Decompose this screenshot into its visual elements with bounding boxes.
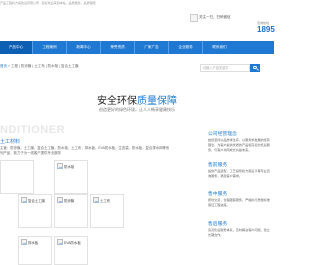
product-card[interactable]: EVA防水板 bbox=[54, 236, 88, 265]
product-card[interactable]: 排水板 bbox=[18, 236, 52, 265]
product-card[interactable]: 防渗膜 bbox=[54, 194, 88, 228]
breadcrumb-item[interactable]: 防渗膜 bbox=[21, 64, 32, 68]
search-icon bbox=[253, 65, 257, 69]
nav-item-contact[interactable]: 联系我们 bbox=[203, 41, 236, 54]
product-card[interactable]: 复合土工膜 bbox=[18, 194, 52, 228]
product-label: 排水板 bbox=[28, 240, 39, 245]
sidebar-text: 始终坚持以品质求生存、以服务求发展的经营理念，为客户提供优质的产品和完善的售后服… bbox=[208, 138, 270, 152]
main-nav: 产品中心 工程案例 新闻中心 荣誉资质 厂家广告 企业服务 联系我们 bbox=[0, 41, 274, 54]
banner-title: 安全环保质量保障 bbox=[0, 92, 274, 107]
phone-number: 1895 bbox=[257, 25, 275, 34]
product-label: 土工布 bbox=[100, 198, 111, 203]
qr-caption: 关注一扫，扫码微信 bbox=[199, 15, 231, 19]
sidebar-text: 按时交货，全程跟踪服务，严格执行质量标准保证工程进度。 bbox=[208, 198, 270, 207]
breadcrumb: 首页 > 工程 | 防渗膜 | 土工布 | 防水毯 | 复合土工膜 请输入产品关… bbox=[0, 64, 274, 72]
nav-item-honors[interactable]: 荣誉资质 bbox=[101, 41, 134, 54]
sidebar-heading: 公司经营理念 bbox=[208, 132, 237, 137]
section-title: 土工材料 bbox=[0, 139, 21, 145]
image-placeholder-icon bbox=[93, 197, 99, 203]
sidebar-heading: 售后服务 bbox=[208, 222, 228, 227]
image-placeholder-icon bbox=[57, 239, 63, 245]
banner-title-highlight: 质量保障 bbox=[137, 96, 177, 107]
section-watermark: NDITIONER bbox=[0, 124, 65, 136]
image-placeholder-icon bbox=[21, 197, 27, 203]
product-card-empty[interactable] bbox=[0, 160, 34, 194]
sidebar-heading: 售前服务 bbox=[208, 163, 228, 168]
product-label: 防渗膜 bbox=[64, 198, 75, 203]
breadcrumb-home[interactable]: 首页 bbox=[0, 64, 7, 68]
breadcrumb-item[interactable]: 工程 bbox=[11, 64, 18, 68]
header: 关注一扫，扫码微信 咨询热线 1895 bbox=[0, 7, 275, 45]
top-bar-text: 产品工程料方案建设有限公司 · 您好欢迎来到本站，品质服务，品质保障 bbox=[0, 1, 96, 5]
sidebar-text: 提供产品选型，工艺指导和方案设计等专业咨询服务，满足客户需求。 bbox=[208, 169, 270, 178]
qr-code-icon bbox=[190, 14, 198, 22]
image-placeholder-icon bbox=[57, 163, 63, 169]
nav-item-products[interactable]: 产品中心 bbox=[0, 41, 32, 54]
company-logo[interactable] bbox=[0, 9, 80, 43]
breadcrumb-item[interactable]: 防水毯 bbox=[48, 64, 59, 68]
nav-item-service[interactable]: 企业服务 bbox=[169, 41, 202, 54]
breadcrumb-item[interactable]: 土工布 bbox=[34, 64, 45, 68]
section-description: 主营：防渗膜，土工膜，复合土工膜，防水毯，土工布，排水板，EVA防水板，生态袋，… bbox=[0, 146, 170, 155]
product-card[interactable]: 防水毯 bbox=[54, 160, 88, 194]
banner-subtitle: 创造更好的绿色环境，让人人畅享健康快乐 bbox=[99, 107, 175, 112]
breadcrumb-item[interactable]: 复合土工膜 bbox=[61, 64, 79, 68]
nav-item-cases[interactable]: 工程案例 bbox=[33, 41, 66, 54]
image-placeholder-icon bbox=[57, 197, 63, 203]
nav-item-news[interactable]: 新闻中心 bbox=[67, 41, 100, 54]
sidebar-heading: 售中服务 bbox=[208, 192, 228, 197]
banner-title-main: 安全环保 bbox=[97, 96, 137, 107]
product-label: 复合土工膜 bbox=[28, 198, 45, 203]
top-bar: 产品工程料方案建设有限公司 · 您好欢迎来到本站，品质服务，品质保障 bbox=[0, 0, 274, 7]
search-input[interactable]: 请输入产品关键字 bbox=[200, 64, 250, 72]
image-placeholder-icon bbox=[21, 239, 27, 245]
product-card[interactable]: 土工布 bbox=[90, 194, 124, 228]
search-button[interactable] bbox=[250, 64, 260, 72]
breadcrumb-trail: 首页 > 工程 | 防渗膜 | 土工布 | 防水毯 | 复合土工膜 bbox=[0, 64, 79, 69]
nav-item-ads[interactable]: 厂家广告 bbox=[135, 41, 168, 54]
sidebar-text: 完善售后服务体系，及时解决客户问题，建立长期合作。 bbox=[208, 228, 270, 237]
product-label: EVA防水板 bbox=[64, 240, 81, 245]
product-label: 防水毯 bbox=[64, 164, 75, 169]
